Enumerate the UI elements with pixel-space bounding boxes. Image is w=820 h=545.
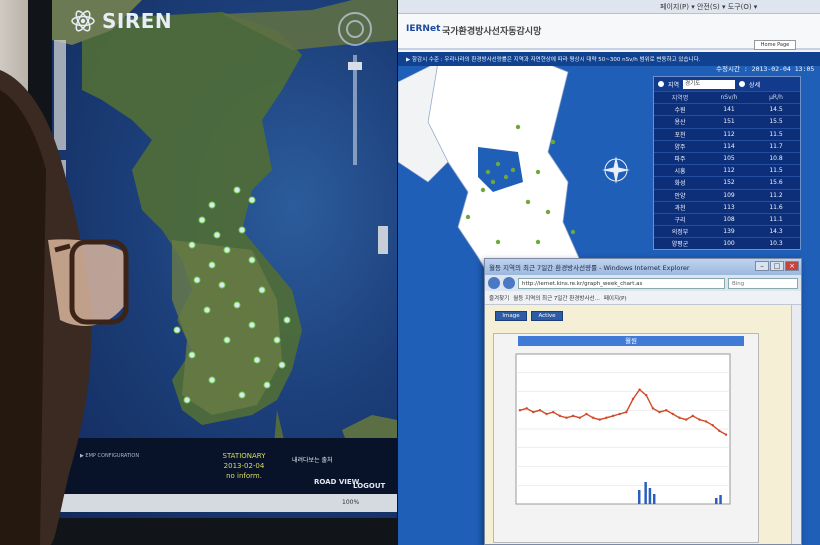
person-silhouette	[0, 70, 129, 545]
photo-scene: SIREN ▶ EMP CONFIGURATION STATIONARY 201…	[0, 0, 820, 545]
